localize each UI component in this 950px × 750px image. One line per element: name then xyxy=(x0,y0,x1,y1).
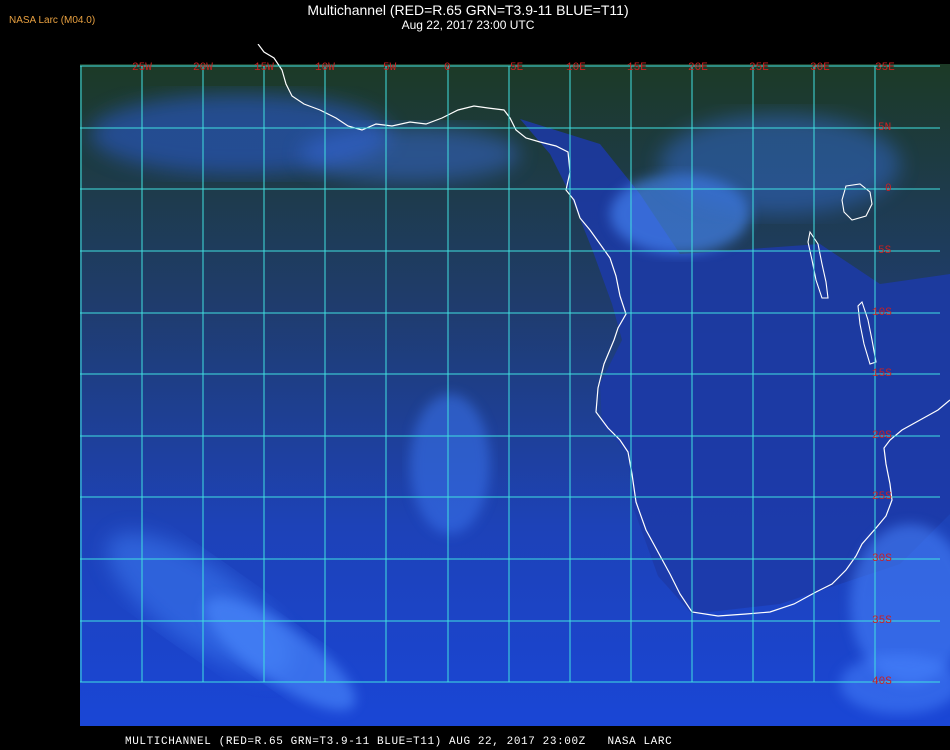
lat-label: 20S xyxy=(872,430,892,442)
lon-label: 35E xyxy=(875,62,895,74)
lon-label: 0 xyxy=(444,62,451,74)
lat-label: 25S xyxy=(872,491,892,503)
lat-label: 35S xyxy=(872,615,892,627)
satellite-map: 25W 20W 15W 10W 5W 0 5E 10E 15E 20E 25E … xyxy=(80,43,950,726)
lon-label: 25W xyxy=(132,62,152,74)
lon-label: 5E xyxy=(510,62,524,74)
lon-label: 5W xyxy=(383,62,397,74)
lon-label: 25E xyxy=(749,62,769,74)
lat-label: 30S xyxy=(872,553,892,565)
footer-caption: MULTICHANNEL (RED=R.65 GRN=T3.9-11 BLUE=… xyxy=(125,736,673,748)
lon-label: 15W xyxy=(254,62,274,74)
image-title: Multichannel (RED=R.65 GRN=T3.9-11 BLUE=… xyxy=(307,2,629,18)
lat-label: 5S xyxy=(878,245,892,257)
lat-label: 10S xyxy=(872,307,892,319)
lat-label: 0 xyxy=(885,183,892,195)
lon-label: 30E xyxy=(810,62,830,74)
image-timestamp: Aug 22, 2017 23:00 UTC xyxy=(401,18,535,32)
lon-label: 20W xyxy=(193,62,213,74)
map-canvas: 25W 20W 15W 10W 5W 0 5E 10E 15E 20E 25E … xyxy=(80,43,950,726)
lon-label: 10E xyxy=(566,62,586,74)
lon-label: 10W xyxy=(315,62,335,74)
lon-label: 20E xyxy=(688,62,708,74)
lat-label: 5N xyxy=(878,122,891,134)
lat-label: 15S xyxy=(872,368,892,380)
lon-label: 15E xyxy=(627,62,647,74)
lat-label: 40S xyxy=(872,676,892,688)
